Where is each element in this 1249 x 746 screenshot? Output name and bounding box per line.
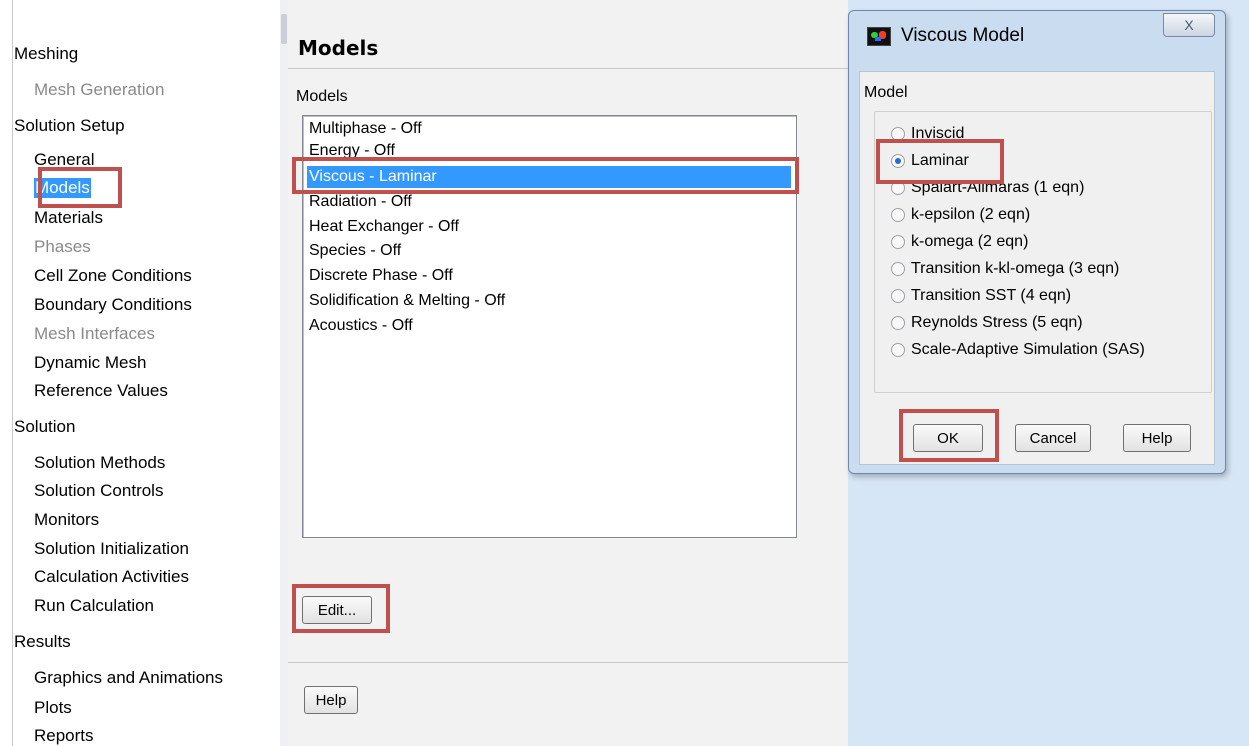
nav-item-models[interactable]: Models: [34, 178, 91, 198]
nav-item-plots[interactable]: Plots: [34, 698, 72, 718]
nav-item-calculation-activities[interactable]: Calculation Activities: [34, 567, 189, 587]
nav-item-reports[interactable]: Reports: [34, 726, 94, 746]
scrollbar-thumb[interactable]: [281, 14, 287, 44]
models-list-label: Models: [296, 88, 348, 105]
navigation-scrollbar[interactable]: [280, 0, 288, 746]
nav-item-solution-initialization[interactable]: Solution Initialization: [34, 539, 189, 559]
cancel-button[interactable]: Cancel: [1015, 424, 1091, 452]
radio-indicator[interactable]: [891, 208, 905, 222]
nav-item-mesh-generation: Mesh Generation: [34, 80, 165, 99]
nav-item-boundary-conditions[interactable]: Boundary Conditions: [34, 295, 192, 315]
radio-indicator[interactable]: [891, 181, 905, 195]
radio-indicator[interactable]: [891, 316, 905, 330]
viscous-model-dialog: Viscous Model X Model Inviscid Laminar S…: [848, 10, 1226, 474]
radio-indicator-selected[interactable]: [891, 154, 905, 168]
list-item-acoustics[interactable]: Acoustics - Off: [307, 315, 791, 337]
nav-item-solution[interactable]: Solution: [14, 417, 75, 437]
dialog-title: Viscous Model: [901, 25, 1025, 46]
models-task-page: Models Models Multiphase - Off Energy - …: [288, 0, 848, 746]
nav-item-phases: Phases: [34, 237, 91, 256]
radio-indicator[interactable]: [891, 262, 905, 276]
close-button[interactable]: X: [1163, 13, 1215, 37]
nav-item-solution-controls[interactable]: Solution Controls: [34, 481, 163, 501]
radio-indicator[interactable]: [891, 343, 905, 357]
list-item-radiation[interactable]: Radiation - Off: [307, 191, 791, 213]
ok-button[interactable]: OK: [913, 424, 983, 452]
nav-item-graphics-and-animations[interactable]: Graphics and Animations: [34, 668, 223, 688]
edit-button[interactable]: Edit...: [302, 596, 372, 624]
models-list[interactable]: Multiphase - Off Energy - Off Viscous - …: [302, 115, 797, 538]
nav-item-reference-values[interactable]: Reference Values: [34, 381, 168, 401]
list-item-solidification-melting[interactable]: Solidification & Melting - Off: [307, 290, 791, 312]
nav-item-meshing[interactable]: Meshing: [14, 44, 78, 64]
radio-indicator[interactable]: [891, 289, 905, 303]
list-item-heat-exchanger[interactable]: Heat Exchanger - Off: [307, 216, 791, 238]
close-icon: X: [1184, 17, 1194, 33]
nav-item-results[interactable]: Results: [14, 632, 71, 652]
list-item-viscous[interactable]: Viscous - Laminar: [307, 166, 791, 188]
nav-item-run-calculation[interactable]: Run Calculation: [34, 596, 154, 616]
list-item-multiphase[interactable]: Multiphase - Off: [307, 118, 791, 140]
bottom-divider: [288, 662, 848, 663]
nav-item-dynamic-mesh[interactable]: Dynamic Mesh: [34, 353, 146, 373]
task-help-button[interactable]: Help: [304, 686, 358, 714]
list-item-energy[interactable]: Energy - Off: [307, 140, 791, 162]
nav-item-materials[interactable]: Materials: [34, 208, 103, 228]
dialog-help-button[interactable]: Help: [1123, 424, 1191, 452]
nav-item-general[interactable]: General: [34, 150, 94, 170]
list-item-discrete-phase[interactable]: Discrete Phase - Off: [307, 265, 791, 287]
radio-indicator[interactable]: [891, 127, 905, 141]
app-icon: [867, 27, 891, 46]
page-title: Models: [298, 36, 379, 60]
radio-indicator[interactable]: [891, 235, 905, 249]
nav-item-mesh-interfaces: Mesh Interfaces: [34, 324, 155, 343]
title-divider: [288, 68, 848, 69]
nav-item-solution-setup[interactable]: Solution Setup: [14, 116, 125, 136]
list-item-species[interactable]: Species - Off: [307, 240, 791, 262]
model-group-label: Model: [864, 84, 908, 101]
nav-item-solution-methods[interactable]: Solution Methods: [34, 453, 165, 473]
nav-item-monitors[interactable]: Monitors: [34, 510, 99, 530]
nav-item-cell-zone-conditions[interactable]: Cell Zone Conditions: [34, 266, 192, 286]
